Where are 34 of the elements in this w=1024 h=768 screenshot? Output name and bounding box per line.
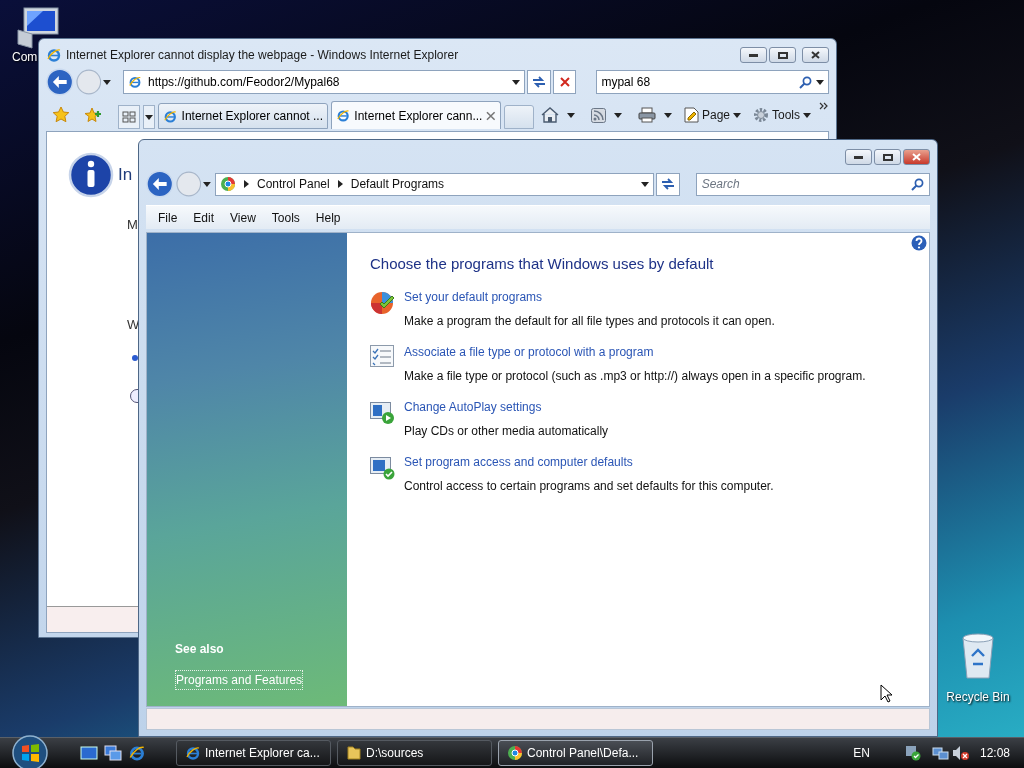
address-field[interactable]: Control Panel Default Programs: [215, 172, 654, 196]
see-also-heading: See also: [175, 641, 225, 658]
clock[interactable]: 12:08: [979, 744, 1010, 762]
breadcrumb-item[interactable]: Default Programs: [350, 175, 445, 193]
taskbar-button[interactable]: D:\sources: [337, 740, 492, 766]
browser-tab[interactable]: Internet Explorer cann...: [331, 101, 501, 129]
menu-item[interactable]: Edit: [193, 208, 215, 227]
task-description: Make a program the default for all file types and protocols it can open.: [404, 312, 775, 330]
task-link[interactable]: Set program access and computer defaults: [404, 452, 774, 471]
task-link[interactable]: Associate a file type or protocol with a program: [404, 342, 866, 361]
menu-item[interactable]: Help: [315, 208, 341, 227]
taskbar-button[interactable]: Control Panel\Defa...: [498, 740, 653, 766]
task-link[interactable]: Change AutoPlay settings: [404, 397, 609, 416]
page-heading: Choose the programs that Windows uses by default: [370, 254, 715, 274]
task-description: Control access to certain programs and set defaults for this computer.: [404, 477, 774, 495]
menu-item[interactable]: Tools: [271, 208, 300, 227]
toolbar-menu-button[interactable]: Tools: [753, 106, 811, 124]
menu-item[interactable]: File: [158, 208, 178, 227]
search-field[interactable]: Search: [695, 172, 930, 196]
task-description: Make a file type or protocol (such as .mp3 or http://) always open in a specific program.: [404, 367, 866, 385]
menu-item[interactable]: View: [230, 208, 256, 227]
task-description: Play CDs or other media automatically: [404, 422, 609, 440]
window-title: Internet Explorer cannot display the webpage - Windows Internet Explorer: [66, 47, 459, 64]
language-indicator[interactable]: EN: [853, 744, 870, 762]
toolbar-menu-button[interactable]: Page: [683, 106, 741, 124]
taskbar-button[interactable]: Internet Explorer ca...: [176, 740, 331, 766]
breadcrumb-item[interactable]: Control Panel: [257, 175, 330, 193]
desktop-icon-label[interactable]: Com: [12, 48, 38, 66]
browser-tab[interactable]: Internet Explorer cannot ...: [158, 103, 328, 129]
search-field[interactable]: mypal 68: [596, 70, 829, 94]
error-heading: In: [118, 164, 133, 186]
task-link[interactable]: Set your default programs: [404, 287, 775, 306]
address-field[interactable]: https://github.com/Feodor2/Mypal68: [123, 70, 526, 94]
error-text: M: [127, 216, 138, 234]
